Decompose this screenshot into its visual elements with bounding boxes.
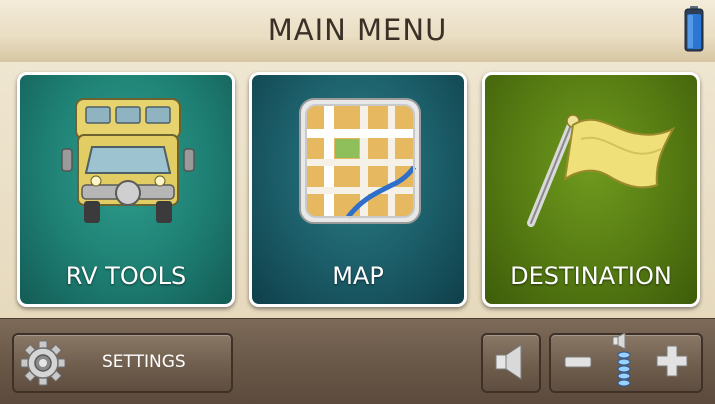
destination-tile[interactable]: DESTINATION — [482, 72, 700, 307]
plus-icon[interactable] — [655, 344, 689, 378]
speaker-icon — [495, 344, 522, 380]
destination-label: DESTINATION — [510, 262, 672, 290]
map-tile[interactable]: MAP — [249, 72, 467, 307]
settings-label: SETTINGS — [102, 352, 186, 372]
rv-icon — [61, 98, 195, 223]
volume-level-icon — [612, 333, 631, 387]
map-icon — [299, 98, 421, 224]
flag-icon — [527, 114, 676, 227]
minus-icon[interactable] — [563, 349, 593, 375]
header-bar: MAIN MENU — [0, 0, 715, 63]
settings-button[interactable]: SETTINGS — [12, 333, 233, 393]
rv-tools-tile[interactable]: RV TOOLS — [17, 72, 235, 307]
battery-icon — [684, 6, 704, 52]
main-menu-screen: MAIN MENU RV TOOLS MAP DESTINATION SETTI… — [0, 0, 715, 404]
page-title: MAIN MENU — [267, 13, 448, 47]
rv-tools-label: RV TOOLS — [65, 262, 187, 290]
volume-control — [549, 333, 703, 393]
gear-icon — [20, 340, 66, 386]
speaker-button[interactable] — [481, 333, 541, 393]
map-label: MAP — [332, 262, 384, 290]
